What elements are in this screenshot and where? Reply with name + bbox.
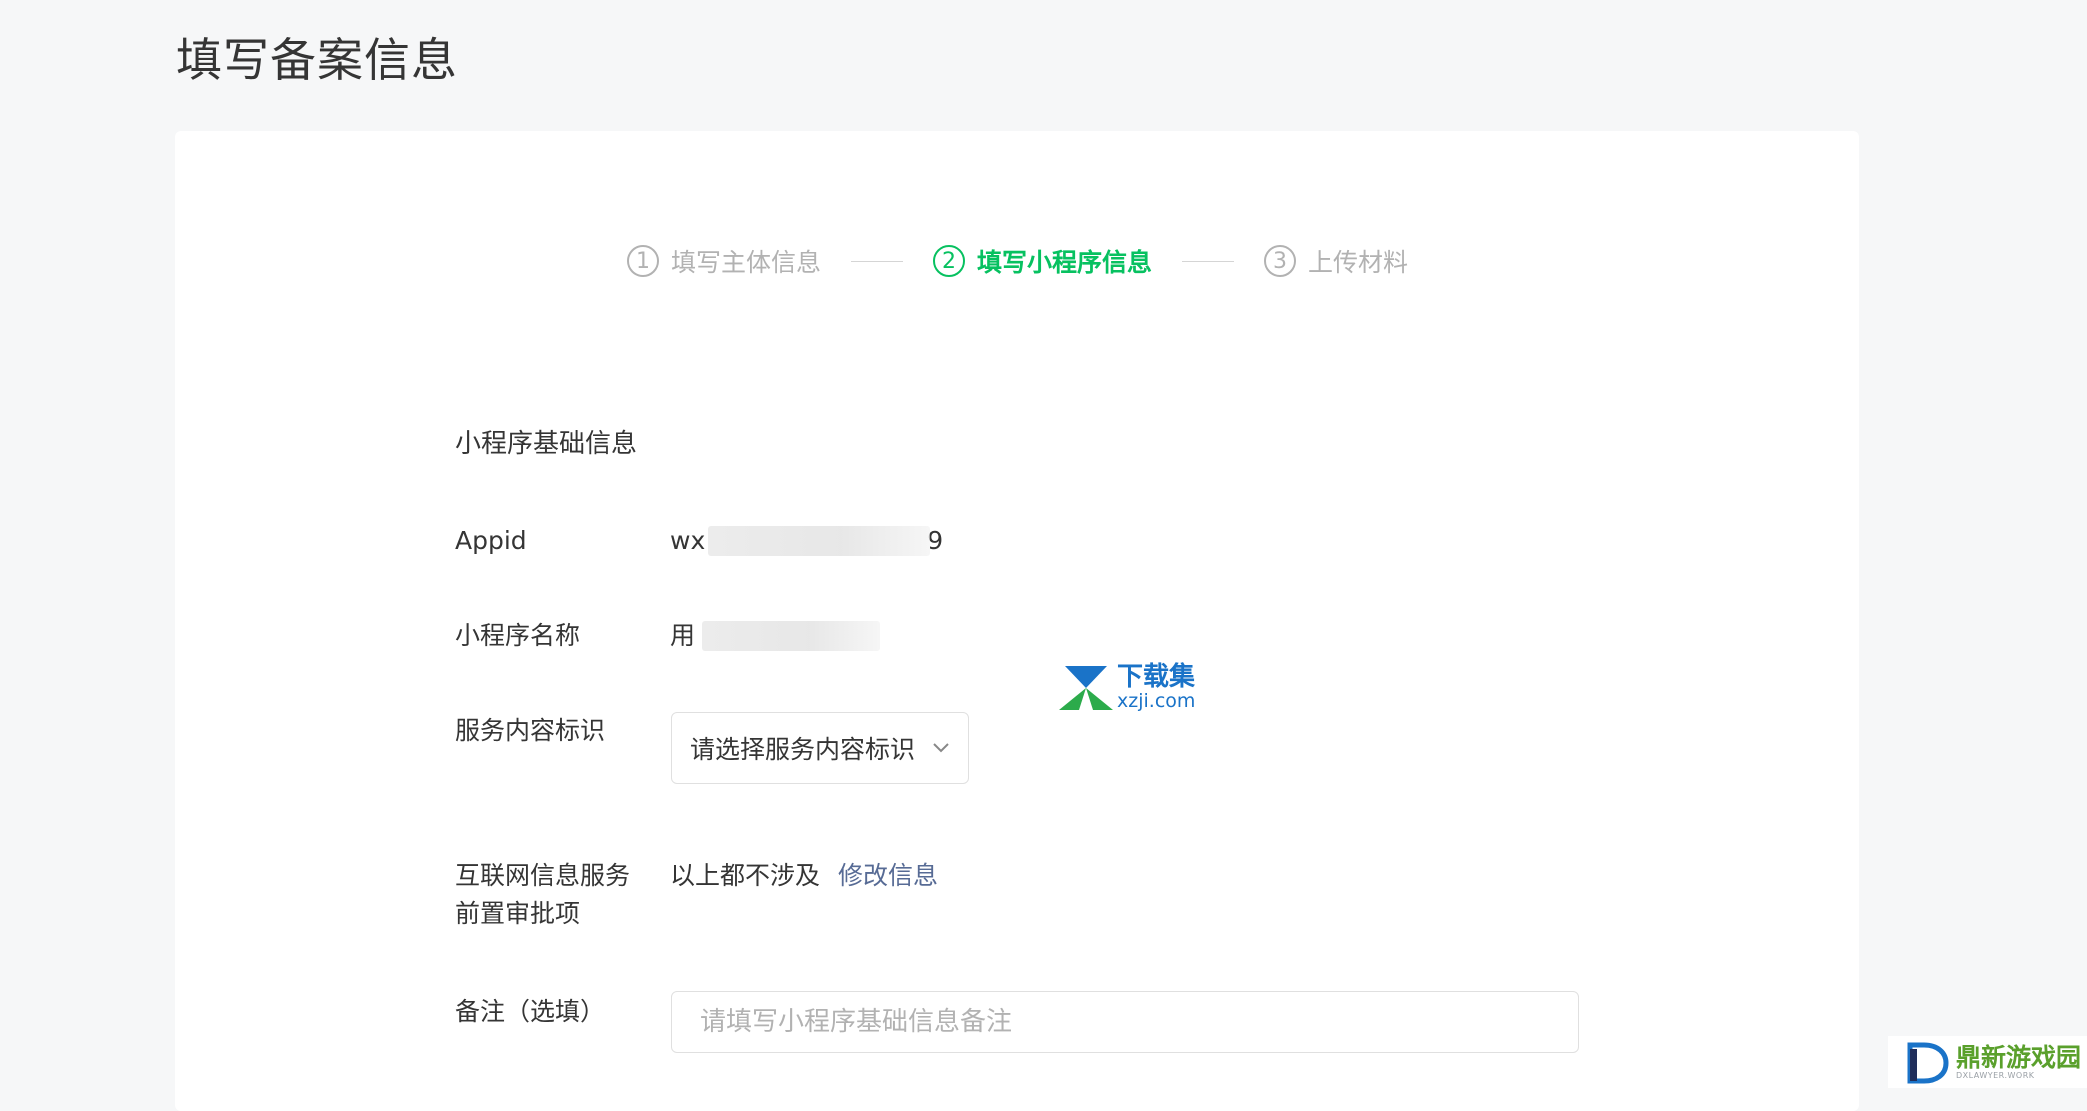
service-label: 服务内容标识 [455, 716, 606, 745]
service-select-placeholder: 请选择服务内容标识 [690, 735, 916, 764]
section-title: 小程序基础信息 [455, 429, 638, 459]
xzji-logo-icon [1059, 665, 1113, 710]
service-select[interactable]: 请选择服务内容标识 [671, 712, 969, 784]
step-3: 3 上传材料 [1264, 243, 1408, 279]
corner-watermark: 鼎新游戏园 DXLAWYER.WORK [1888, 1036, 2087, 1088]
step-2-label: 填写小程序信息 [977, 248, 1153, 277]
redaction-mask [708, 526, 930, 556]
form-card: 1 填写主体信息 2 填写小程序信息 3 上传材料 小程序基础信息 Appid … [175, 131, 1859, 1111]
dx-logo-icon [1907, 1042, 1949, 1084]
step-3-label: 上传材料 [1308, 248, 1409, 277]
step-divider [1182, 260, 1235, 262]
step-1-label: 填写主体信息 [671, 248, 822, 277]
step-indicator: 1 填写主体信息 2 填写小程序信息 3 上传材料 [627, 239, 1408, 283]
step-divider [851, 260, 904, 262]
xzji-watermark: 下载集 xzji.com [1059, 664, 1195, 711]
preapproval-label-line2: 前置审批项 [455, 899, 581, 928]
preapproval-label-line1: 互联网信息服务 [455, 861, 631, 890]
name-value: 用 [670, 621, 696, 650]
remark-input[interactable] [671, 991, 1579, 1053]
corner-watermark-en: DXLAWYER.WORK [1956, 1070, 2035, 1080]
remark-label: 备注（选填） [455, 997, 606, 1026]
step-2: 2 填写小程序信息 [933, 243, 1152, 279]
redaction-mask [702, 621, 880, 651]
preapproval-label: 互联网信息服务 前置审批项 [455, 857, 630, 933]
appid-label: Appid [455, 526, 527, 555]
xzji-watermark-cn: 下载集 [1117, 662, 1196, 692]
preapproval-text: 以上都不涉及 [670, 861, 821, 890]
appid-prefix: wx [670, 526, 706, 555]
step-3-number: 3 [1264, 245, 1297, 277]
preapproval-value: 以上都不涉及 修改信息 [670, 857, 938, 895]
page-title: 填写备案信息 [176, 33, 458, 87]
xzji-watermark-en: xzji.com [1117, 690, 1196, 712]
step-1-number: 1 [627, 245, 659, 277]
step-2-number: 2 [933, 245, 966, 277]
name-label: 小程序名称 [455, 621, 581, 650]
chevron-down-icon [930, 737, 952, 759]
corner-watermark-cn: 鼎新游戏园 [1956, 1042, 2082, 1072]
edit-info-link[interactable]: 修改信息 [838, 861, 938, 890]
step-1: 1 填写主体信息 [627, 243, 821, 279]
